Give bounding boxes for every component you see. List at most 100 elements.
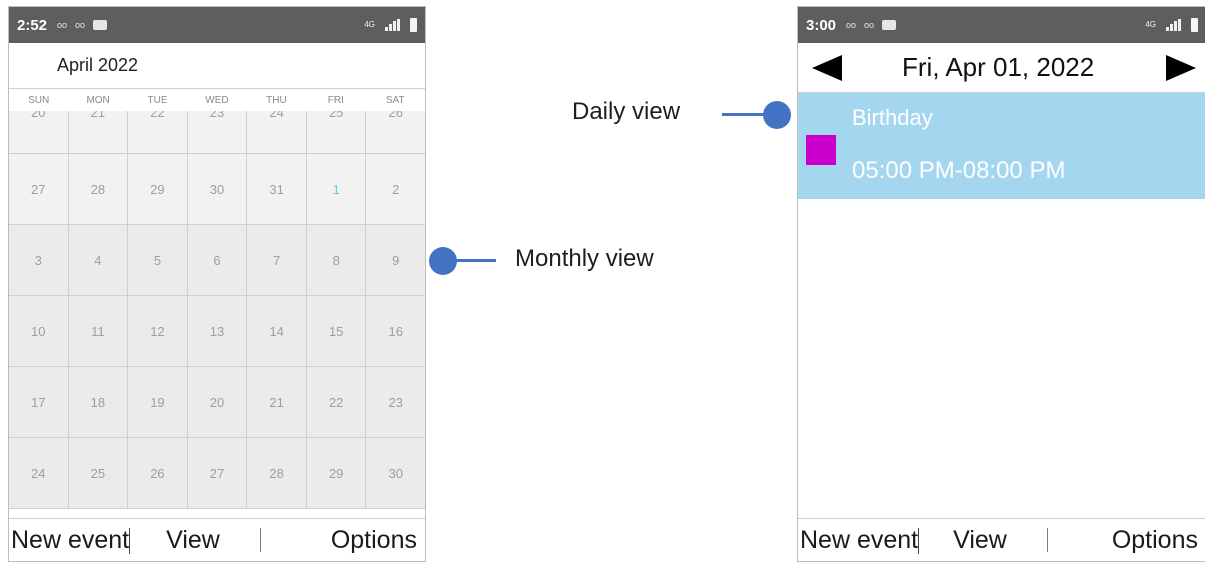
text-cursor bbox=[918, 527, 920, 554]
event-time: 05:00 PM-08:00 PM bbox=[852, 157, 1066, 184]
status-time: 2:52 bbox=[17, 16, 48, 34]
phone-daily-view: 3:00 oo oo 4G Fri, Apr 01, 2022 Birthday… bbox=[797, 6, 1205, 562]
callout-dot bbox=[763, 101, 791, 129]
voicemail-icon: oo bbox=[57, 20, 68, 30]
day-cell[interactable]: 8 bbox=[306, 225, 367, 296]
month-grid: 20 21 22 23 24 25 26 27 28 29 30 31 1 2 … bbox=[9, 111, 425, 519]
day-cell[interactable]: 7 bbox=[247, 225, 307, 296]
new-event-softkey[interactable]: New event bbox=[9, 525, 131, 555]
day-cell[interactable]: 23 bbox=[187, 111, 248, 154]
weekday-label: FRI bbox=[327, 95, 344, 106]
next-day-icon[interactable] bbox=[1166, 54, 1196, 81]
day-cell[interactable]: 6 bbox=[187, 225, 248, 296]
event-title: Birthday bbox=[852, 105, 933, 130]
day-cell[interactable]: 29 bbox=[128, 154, 188, 225]
softkey-divider bbox=[259, 528, 261, 552]
weekday-label: MON bbox=[86, 95, 110, 106]
day-cell[interactable]: 25 bbox=[68, 438, 129, 509]
day-cell[interactable]: 26 bbox=[128, 438, 188, 509]
new-event-softkey[interactable]: New event bbox=[798, 525, 920, 555]
softkey-divider bbox=[1046, 528, 1048, 552]
day-cell[interactable]: 24 bbox=[9, 438, 69, 509]
day-cell[interactable]: 12 bbox=[128, 296, 188, 367]
day-cell[interactable]: 22 bbox=[306, 367, 367, 438]
week-row: 3 4 5 6 7 8 9 bbox=[9, 225, 425, 296]
date-title: Fri, Apr 01, 2022 bbox=[902, 52, 1095, 82]
signal-icon bbox=[385, 19, 400, 31]
day-cell[interactable]: 10 bbox=[9, 296, 69, 367]
weekday-label: TUE bbox=[147, 95, 168, 106]
phone-monthly-view: 2:52 oo oo 4G April 2022 SUN MON TUE WED… bbox=[8, 6, 426, 562]
view-softkey[interactable]: View bbox=[166, 526, 220, 555]
event-card[interactable]: Birthday 05:00 PM-08:00 PM bbox=[798, 93, 1205, 199]
day-cell[interactable]: 27 bbox=[187, 438, 248, 509]
message-icon bbox=[882, 20, 897, 30]
status-bar: 3:00 oo oo 4G bbox=[798, 7, 1205, 43]
previous-day-icon[interactable] bbox=[812, 54, 842, 81]
voicemail-icon: oo bbox=[864, 20, 875, 30]
day-cell[interactable]: 15 bbox=[306, 296, 367, 367]
week-row: 10 11 12 13 14 15 16 bbox=[9, 296, 425, 367]
event-color-swatch bbox=[806, 135, 836, 165]
week-row: 27 28 29 30 31 1 2 bbox=[9, 154, 425, 225]
day-cell[interactable]: 28 bbox=[68, 154, 129, 225]
day-cell[interactable]: 29 bbox=[306, 438, 367, 509]
network-type-icon: 4G bbox=[1145, 20, 1156, 29]
week-row: 20 21 22 23 24 25 26 bbox=[9, 111, 425, 154]
day-cell[interactable]: 9 bbox=[366, 225, 425, 296]
day-cell[interactable]: 20 bbox=[187, 367, 248, 438]
weekday-label: SAT bbox=[385, 95, 405, 106]
day-cell[interactable]: 2 bbox=[366, 154, 425, 225]
day-cell[interactable]: 25 bbox=[306, 111, 367, 154]
voicemail-icon: oo bbox=[75, 20, 86, 30]
message-icon bbox=[93, 20, 108, 30]
day-cell[interactable]: 22 bbox=[128, 111, 188, 154]
day-cell[interactable]: 30 bbox=[366, 438, 425, 509]
day-cell[interactable]: 24 bbox=[247, 111, 307, 154]
day-cell[interactable]: 21 bbox=[247, 367, 307, 438]
day-cell[interactable]: 14 bbox=[247, 296, 307, 367]
weekday-label: SUN bbox=[28, 95, 50, 106]
day-cell[interactable]: 18 bbox=[68, 367, 129, 438]
day-cell[interactable]: 11 bbox=[68, 296, 129, 367]
day-cell[interactable]: 3 bbox=[9, 225, 69, 296]
day-cell[interactable]: 16 bbox=[366, 296, 425, 367]
new-event-label: New event bbox=[11, 525, 130, 554]
day-cell[interactable]: 31 bbox=[247, 154, 307, 225]
softkey-bar: New event View Options bbox=[798, 518, 1205, 561]
day-cell[interactable]: 4 bbox=[68, 225, 129, 296]
selected-day-cell[interactable]: 1 bbox=[306, 154, 367, 225]
monthly-view-label: Monthly view bbox=[515, 245, 654, 272]
day-cell[interactable]: 19 bbox=[128, 367, 188, 438]
weekday-label: WED bbox=[205, 95, 229, 106]
day-header: Fri, Apr 01, 2022 bbox=[798, 43, 1205, 93]
status-bar: 2:52 oo oo 4G bbox=[9, 7, 425, 43]
day-cell[interactable]: 30 bbox=[187, 154, 248, 225]
day-cell[interactable]: 20 bbox=[9, 111, 69, 154]
day-cell[interactable]: 26 bbox=[366, 111, 425, 154]
day-cell[interactable]: 21 bbox=[68, 111, 129, 154]
battery-icon bbox=[410, 18, 417, 32]
signal-icon bbox=[1166, 19, 1181, 31]
options-softkey[interactable]: Options bbox=[1112, 526, 1205, 555]
day-cell[interactable]: 28 bbox=[247, 438, 307, 509]
day-cell[interactable]: 13 bbox=[187, 296, 248, 367]
callout-line bbox=[452, 259, 496, 262]
new-event-label: New event bbox=[800, 525, 919, 554]
weekday-header: SUN MON TUE WED THU FRI SAT bbox=[9, 95, 425, 111]
status-time: 3:00 bbox=[806, 16, 837, 34]
week-row: 17 18 19 20 21 22 23 bbox=[9, 367, 425, 438]
weekday-label: THU bbox=[266, 95, 287, 106]
text-cursor bbox=[129, 527, 131, 554]
week-row: 24 25 26 27 28 29 30 bbox=[9, 438, 425, 509]
daily-view-label: Daily view bbox=[572, 98, 681, 125]
battery-icon bbox=[1191, 18, 1198, 32]
options-softkey[interactable]: Options bbox=[331, 526, 425, 555]
day-cell[interactable]: 27 bbox=[9, 154, 69, 225]
view-softkey[interactable]: View bbox=[953, 526, 1007, 555]
day-cell[interactable]: 23 bbox=[366, 367, 425, 438]
voicemail-icon: oo bbox=[846, 20, 857, 30]
day-cell[interactable]: 5 bbox=[128, 225, 188, 296]
day-cell[interactable]: 17 bbox=[9, 367, 69, 438]
month-title: April 2022 bbox=[9, 43, 425, 89]
